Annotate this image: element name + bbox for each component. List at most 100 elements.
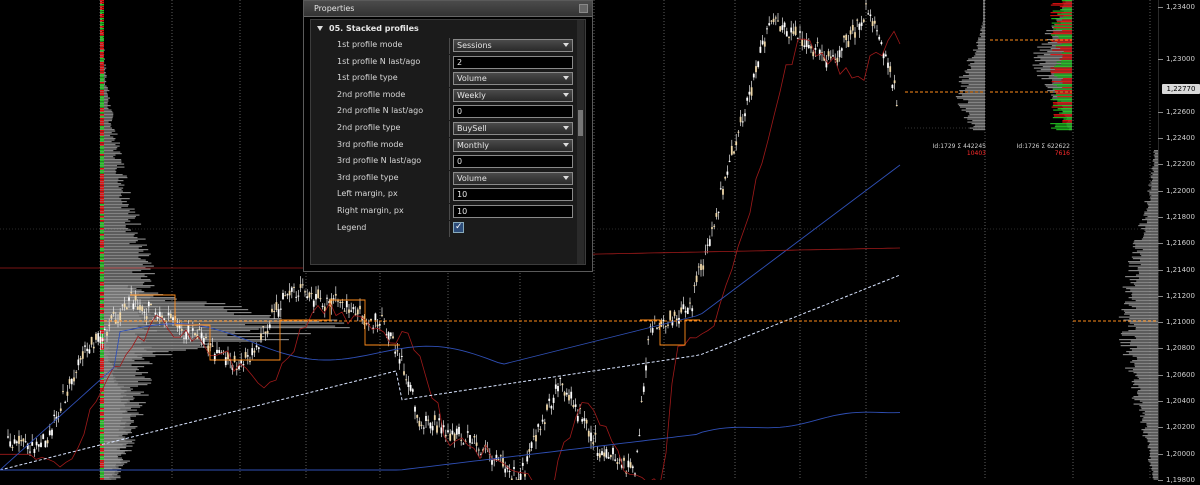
buysell-bar (1050, 54, 1072, 56)
monthly-profile-bar (1124, 303, 1158, 305)
monthly-profile-bar (1135, 247, 1158, 249)
candle-body (447, 430, 449, 433)
candle-body (768, 23, 771, 26)
buysell-tick (100, 184, 104, 186)
buysell-tick (100, 366, 104, 368)
buysell-tick (100, 58, 104, 60)
buysell-bar (1056, 21, 1072, 23)
monthly-profile-bar (1139, 405, 1158, 407)
buysell-bar (1053, 114, 1072, 116)
buysell-tick (100, 108, 104, 110)
monthly-profile-bar (1143, 214, 1158, 216)
candle-body (378, 323, 381, 326)
property-dropdown[interactable]: Volume (453, 171, 573, 185)
price-chart[interactable] (0, 0, 1200, 480)
buysell-tick (100, 160, 104, 162)
candle-body (752, 73, 755, 78)
candle-body (81, 351, 84, 359)
property-input[interactable]: 10 (453, 188, 573, 202)
panel-menu-button[interactable] (579, 4, 588, 13)
buysell-tick (100, 364, 104, 366)
buysell-tick (100, 296, 104, 298)
monthly-profile-bar (100, 208, 135, 210)
monthly-profile-bar (1133, 283, 1158, 285)
buysell-bar (1054, 75, 1072, 77)
property-input[interactable]: 2 (453, 55, 573, 69)
monthly-profile-bar (1134, 336, 1158, 338)
property-input[interactable]: 0 (453, 105, 573, 119)
candle-body (200, 332, 203, 339)
price-tick (1158, 295, 1163, 297)
candle-body (851, 25, 854, 31)
candle-body (849, 30, 852, 35)
candle-body (792, 31, 795, 34)
monthly-profile-bar (1146, 438, 1158, 440)
buysell-tick (100, 318, 104, 320)
buysell-bar (1061, 43, 1072, 45)
property-dropdown[interactable]: Weekly (453, 88, 573, 102)
monthly-profile-bar (1143, 232, 1158, 234)
candle-body (312, 300, 315, 307)
section-header[interactable]: 05. Stacked profiles (317, 24, 419, 33)
scrollbar-thumb[interactable] (578, 110, 583, 136)
candle-body (684, 310, 687, 313)
session-profile-bar (959, 106, 985, 108)
monthly-profile-bar (100, 270, 142, 272)
buysell-bar (1054, 66, 1072, 68)
buysell-tick (100, 382, 104, 384)
candle-body (350, 310, 353, 312)
weekly-profile-bar (104, 292, 140, 294)
buysell-bar (1059, 6, 1072, 8)
buysell-tick (100, 426, 104, 428)
profile-stat-1-delta: 10403 (966, 150, 986, 157)
buysell-tick (100, 360, 104, 362)
collapse-arrow-icon[interactable] (317, 26, 323, 31)
properties-scrollbar[interactable] (577, 20, 584, 264)
price-label: 1,20200 (1166, 423, 1195, 432)
column-divider (449, 170, 450, 187)
monthly-profile-bar (1147, 190, 1158, 192)
monthly-profile-bar (100, 406, 132, 408)
session-profile-bar (968, 78, 985, 80)
property-input[interactable]: 10 (453, 205, 573, 218)
monthly-profile-bar (1149, 454, 1158, 456)
candle-body (154, 312, 157, 315)
monthly-profile-bar (100, 201, 127, 203)
candle-body (191, 328, 194, 331)
property-row: 2nd profile type BuySell (311, 121, 575, 137)
property-row: 1st profile type Volume (311, 71, 575, 88)
property-row: 1st profile mode Sessions (311, 38, 575, 54)
session-profile-bar (968, 100, 985, 102)
candle-body (744, 113, 746, 117)
chevron-down-icon (563, 126, 569, 130)
properties-title-bar[interactable]: Properties (304, 1, 592, 17)
buysell-tick (100, 144, 104, 146)
monthly-profile-bar (1147, 216, 1158, 218)
property-dropdown[interactable]: Volume (453, 72, 573, 86)
session-profile-bar (958, 81, 985, 83)
session-profile-bar (981, 27, 985, 29)
monthly-profile-bar (1140, 388, 1158, 390)
buysell-tick (100, 434, 104, 436)
session-profile-bar (983, 15, 985, 17)
candle-body (121, 304, 124, 306)
candle-body (807, 44, 810, 49)
legend-checkbox[interactable] (453, 221, 464, 233)
property-input[interactable]: 0 (453, 155, 573, 169)
buysell-tick (100, 212, 104, 214)
session-profile-bar (967, 69, 985, 71)
monthly-profile-bar (100, 220, 131, 222)
session-profile-bar (968, 64, 985, 66)
buysell-bar (1056, 39, 1072, 41)
column-divider (449, 38, 450, 54)
property-dropdown[interactable]: BuySell (453, 122, 573, 135)
properties-panel[interactable]: Properties 05. Stacked profiles 1st prof… (303, 0, 593, 272)
buysell-tick (100, 418, 104, 420)
monthly-profile-bar (1144, 411, 1158, 413)
property-dropdown[interactable]: Sessions (453, 39, 573, 52)
candle-body (845, 34, 848, 41)
buysell-tick (100, 380, 104, 382)
candle-body (286, 294, 289, 296)
property-dropdown[interactable]: Monthly (453, 138, 573, 152)
candle-body (301, 284, 304, 286)
